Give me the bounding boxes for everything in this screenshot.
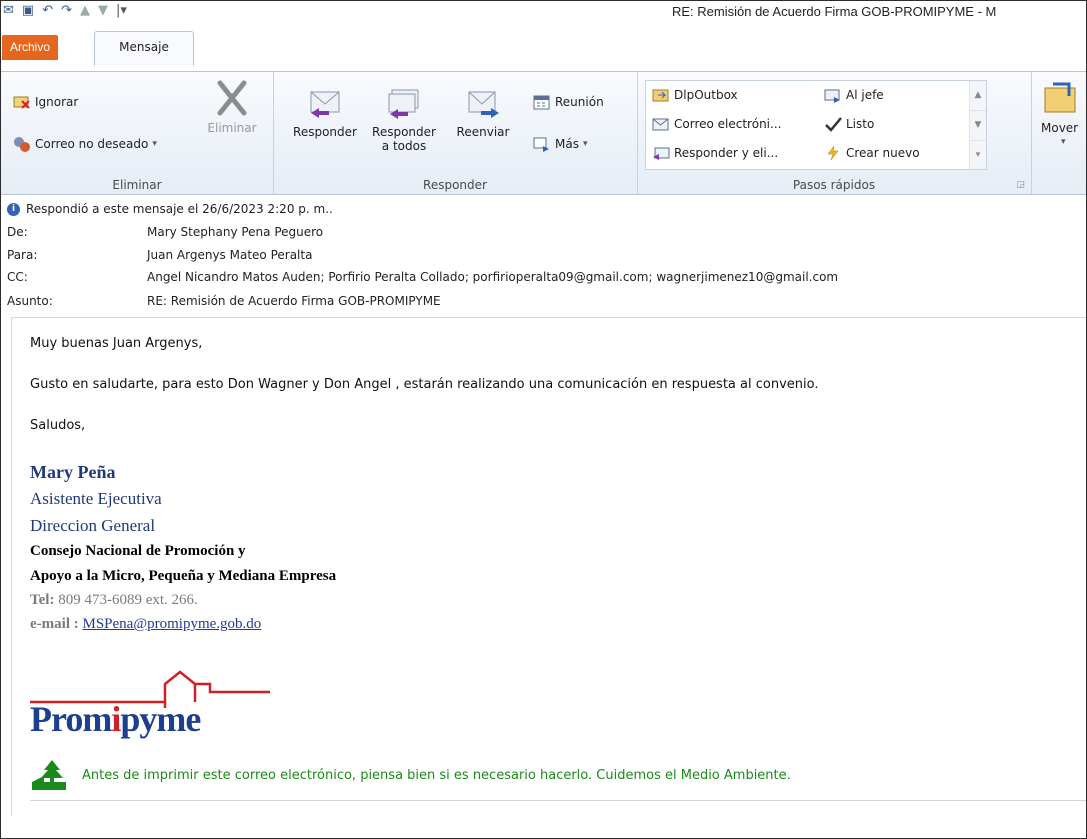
respond-group-label: Responder: [423, 178, 487, 192]
window-title: RE: Remisión de Acuerdo Firma GOB-PROMIP…: [672, 4, 997, 19]
to-label: Para:: [7, 248, 38, 262]
signature-org-line1: Consejo Nacional de Promoción y: [30, 543, 246, 559]
delete-group: Ignorar Correo no deseado ▾ Eliminar Eli…: [1, 72, 274, 194]
reply-button[interactable]: Responder: [287, 84, 363, 139]
reply-icon: [310, 91, 340, 118]
chevron-down-icon: ▾: [1061, 137, 1066, 147]
chevron-down-icon: ▾: [582, 139, 588, 149]
eco-note: Antes de imprimir este correo electrónic…: [82, 767, 791, 783]
respond-group: Responder Responder a todos Reenviar Reu…: [273, 72, 638, 194]
calendar-icon: [533, 95, 550, 110]
closing-text: Saludos,: [30, 418, 86, 433]
team-email-icon: [652, 118, 669, 131]
forward-button[interactable]: Reenviar: [447, 84, 519, 139]
more-respond-icon: [533, 137, 549, 152]
quick-steps-scroll[interactable]: ▲ ▼ ▾: [969, 81, 986, 169]
signature-org-line2: Apoyo a la Micro, Pequeña y Mediana Empr…: [30, 568, 337, 584]
delete-x-icon: [217, 80, 247, 116]
redo-icon[interactable]: ↷: [61, 3, 72, 18]
email-label: e-mail :: [30, 616, 79, 632]
chevron-down-icon: ▾: [152, 139, 157, 149]
logo-wordmark: Promipyme: [30, 699, 201, 739]
folder-move-icon: [652, 89, 669, 102]
ribbon: Ignorar Correo no deseado ▾ Eliminar Eli…: [1, 71, 1086, 195]
move-button[interactable]: Mover ▾: [1041, 80, 1086, 149]
signature-email: e-mail : MSPena@promipyme.gob.do: [30, 616, 261, 633]
forward-mail-icon: [824, 89, 840, 103]
title-bar: ✉ ▣ ↶ ↷ ▲ ▼ |▾ RE: Remisión de Acuerdo F…: [1, 1, 1086, 24]
replied-info: Respondió a este mensaje el 26/6/2023 2:…: [26, 202, 333, 216]
move-group: Mover ▾: [1031, 72, 1086, 194]
promipyme-logo: Promipyme: [30, 670, 290, 740]
quick-access-toolbar: ✉ ▣ ↶ ↷ ▲ ▼ |▾: [3, 3, 127, 18]
cc-label: CC:: [7, 270, 28, 284]
reply-delete-icon: [653, 147, 670, 160]
junk-icon: [14, 137, 30, 152]
scroll-up-icon[interactable]: ▲: [970, 81, 986, 111]
envelope-icon: ✉: [3, 3, 14, 18]
scroll-down-icon[interactable]: ▼: [970, 111, 986, 141]
checkmark-icon: [825, 117, 842, 132]
forward-icon: [468, 91, 499, 118]
expand-gallery-icon[interactable]: ▾: [970, 141, 986, 170]
customize-qat-icon[interactable]: |▾: [116, 3, 127, 18]
dialog-launcher-icon[interactable]: ◲: [1016, 180, 1025, 190]
email-link[interactable]: MSPena@promipyme.gob.do: [82, 616, 261, 632]
from-value[interactable]: Mary Stephany Pena Peguero: [147, 225, 323, 239]
ignore-icon: [13, 96, 30, 109]
quick-step-dlpoutbox[interactable]: DlpOutbox: [652, 87, 738, 103]
down-arrow-icon[interactable]: ▼: [98, 3, 108, 18]
signature-role: Asistente Ejecutiva: [30, 489, 162, 508]
meeting-button[interactable]: Reunión: [533, 94, 604, 110]
lightning-icon: [827, 145, 839, 161]
quick-steps-gallery: DlpOutbox Al jefe Correo electróni... Li…: [645, 80, 987, 170]
tab-archivo[interactable]: Archivo: [2, 35, 58, 60]
ignore-button[interactable]: Ignorar: [13, 94, 78, 110]
tel-value: 809 473-6089 ext. 266.: [58, 592, 198, 608]
signature-tel: Tel: 809 473-6089 ext. 266.: [30, 592, 198, 609]
tel-label: Tel:: [30, 592, 55, 608]
signature-name: Mary Peña: [30, 462, 116, 482]
cc-value[interactable]: Angel Nicandro Matos Auden; Porfirio Per…: [147, 270, 838, 284]
message-body[interactable]: Muy buenas Juan Argenys, Gusto en saluda…: [11, 317, 1086, 816]
eco-footer: Antes de imprimir este correo electrónic…: [30, 758, 791, 792]
tree-icon: [32, 760, 66, 790]
signature-department: Direccion General: [30, 516, 156, 535]
delete-button[interactable]: Eliminar: [203, 80, 261, 135]
reply-all-button[interactable]: Responder a todos: [361, 84, 447, 153]
to-value[interactable]: Juan Argenys Mateo Peralta: [147, 248, 312, 262]
tab-mensaje[interactable]: Mensaje: [94, 31, 194, 66]
delete-group-label: Eliminar: [112, 178, 162, 192]
move-folder-icon: [1044, 82, 1076, 113]
info-bar: i Respondió a este mensaje el 26/6/2023 …: [7, 202, 333, 216]
quick-step-done[interactable]: Listo: [824, 116, 874, 132]
quick-step-al-jefe[interactable]: Al jefe: [824, 87, 884, 103]
outlook-message-window: ✉ ▣ ↶ ↷ ▲ ▼ |▾ RE: Remisión de Acuerdo F…: [0, 0, 1087, 839]
info-icon: i: [7, 202, 20, 216]
quick-step-create-new[interactable]: Crear nuevo: [824, 145, 920, 161]
undo-icon[interactable]: ↶: [42, 3, 53, 18]
from-label: De:: [7, 225, 28, 239]
ribbon-tabs: Archivo Mensaje: [1, 23, 1086, 71]
more-button[interactable]: Más ▾: [533, 136, 588, 152]
quick-steps-group-label: Pasos rápidos: [792, 178, 876, 192]
quick-step-reply-delete[interactable]: Responder y eli...: [652, 145, 778, 161]
quick-steps-group: DlpOutbox Al jefe Correo electróni... Li…: [637, 72, 1032, 194]
reply-all-icon: [388, 89, 419, 119]
footer-divider: [30, 800, 1086, 801]
up-arrow-icon[interactable]: ▲: [80, 3, 90, 18]
subject-value: RE: Remisión de Acuerdo Firma GOB-PROMIP…: [147, 294, 441, 308]
subject-label: Asunto:: [7, 294, 53, 308]
quick-step-team-email[interactable]: Correo electróni...: [652, 116, 781, 132]
save-icon[interactable]: ▣: [22, 3, 34, 18]
junk-button[interactable]: Correo no deseado ▾: [13, 136, 157, 152]
body-paragraph: Gusto en saludarte, para esto Don Wagner…: [30, 377, 819, 392]
greeting-text: Muy buenas Juan Argenys,: [30, 336, 203, 351]
